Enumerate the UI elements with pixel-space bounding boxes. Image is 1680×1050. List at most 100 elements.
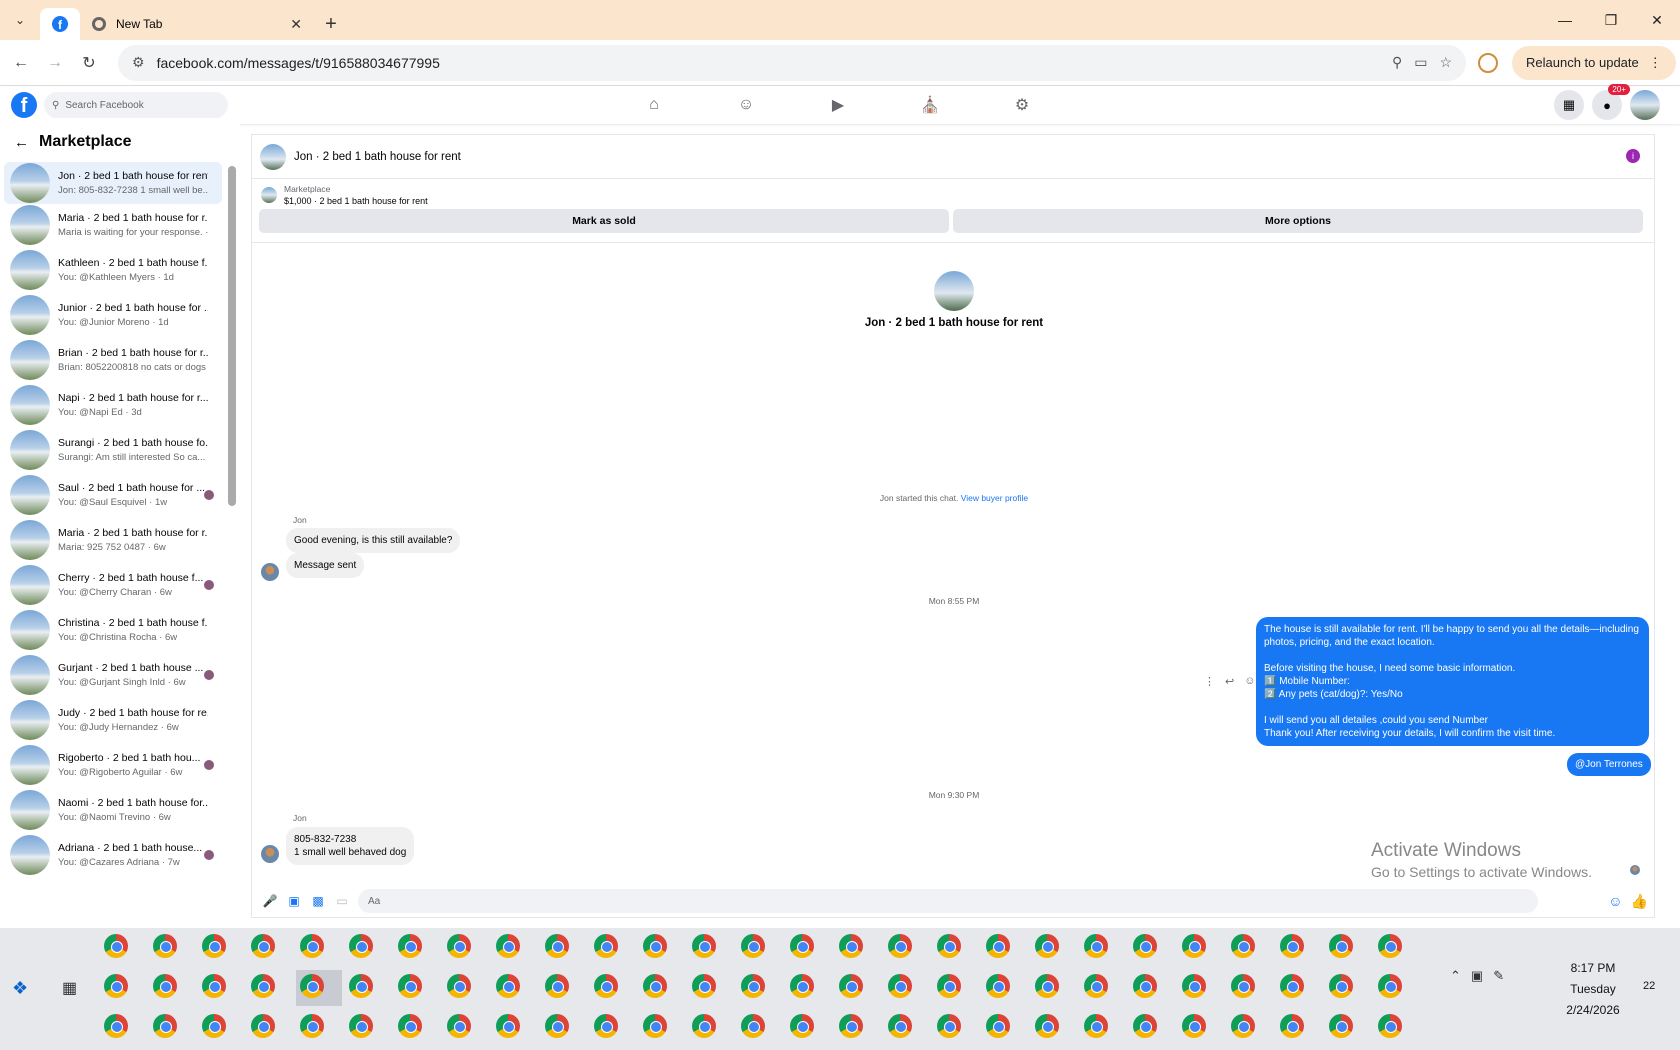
chrome-taskbar-icon[interactable] (986, 974, 1010, 998)
chrome-taskbar-icon[interactable] (104, 1014, 128, 1038)
pen-icon[interactable]: ✎ (1493, 968, 1504, 984)
chrome-taskbar-icon[interactable] (839, 934, 863, 958)
conversation-item[interactable]: Maria · 2 bed 1 bath house for r... Maria… (4, 516, 222, 564)
sender-avatar[interactable] (261, 563, 279, 581)
chrome-taskbar-icon[interactable] (1329, 934, 1353, 958)
chrome-taskbar-icon[interactable] (202, 934, 226, 958)
conversation-item[interactable]: Rigoberto · 2 bed 1 bath hou... You: @Rig… (4, 741, 222, 789)
chrome-taskbar-icon[interactable] (1378, 974, 1402, 998)
chrome-taskbar-icon[interactable] (643, 1014, 667, 1038)
conversation-item[interactable]: Naomi · 2 bed 1 bath house for... You: @N… (4, 786, 222, 834)
notification-center-icon[interactable]: 22 (1643, 980, 1655, 992)
chat-avatar[interactable] (260, 143, 286, 170)
gaming-icon[interactable]: ⚙ (1008, 95, 1036, 115)
conversation-item[interactable]: Adriana · 2 bed 1 bath house... You: @Caz… (4, 831, 222, 879)
chrome-taskbar-icon[interactable] (251, 1014, 275, 1038)
back-icon[interactable]: ← (4, 54, 38, 72)
address-bar[interactable]: ⚙ facebook.com/messages/t/91658803467799… (118, 44, 1466, 81)
sender-avatar[interactable] (261, 845, 279, 863)
chrome-taskbar-icon[interactable] (398, 974, 422, 998)
windows-start-icon[interactable]: ❖ (12, 978, 28, 999)
chrome-taskbar-icon[interactable] (888, 974, 912, 998)
chrome-taskbar-icon[interactable] (790, 974, 814, 998)
conversation-item[interactable]: Maria · 2 bed 1 bath house for r... Maria… (4, 201, 222, 249)
chrome-taskbar-icon[interactable] (692, 974, 716, 998)
task-view-icon[interactable]: ▦ (62, 978, 77, 998)
chrome-taskbar-icon[interactable] (692, 1014, 716, 1038)
conversation-item[interactable]: Surangi · 2 bed 1 bath house fo... Surang… (4, 426, 222, 474)
menu-grid-icon[interactable]: ▦ (1554, 90, 1584, 120)
chrome-taskbar-icon[interactable] (741, 1014, 765, 1038)
chat-title[interactable]: Jon · 2 bed 1 bath house for rent (294, 151, 461, 163)
close-tab-icon[interactable]: ✕ (290, 16, 302, 33)
chevron-up-icon[interactable]: ⌃ (1450, 968, 1461, 984)
chrome-taskbar-icon[interactable] (1280, 934, 1304, 958)
message-bubble-out[interactable]: The house is still available for rent. I… (1256, 617, 1649, 746)
chrome-taskbar-icon[interactable] (1329, 974, 1353, 998)
chrome-taskbar-icon[interactable] (251, 974, 275, 998)
chrome-taskbar-icon[interactable] (839, 1014, 863, 1038)
video-icon[interactable]: ▶ (824, 95, 852, 115)
message-input[interactable]: Aa (358, 889, 1538, 913)
chrome-taskbar-icon[interactable] (300, 934, 324, 958)
conversation-item[interactable]: Kathleen · 2 bed 1 bath house f... You: @… (4, 246, 222, 294)
chrome-taskbar-icon[interactable] (447, 934, 471, 958)
chrome-taskbar-icon[interactable] (1231, 1014, 1255, 1038)
chrome-taskbar-icon[interactable] (1182, 1014, 1206, 1038)
react-emoji-icon[interactable]: ☺ (1244, 675, 1255, 688)
chrome-taskbar-icon[interactable] (986, 934, 1010, 958)
chrome-taskbar-icon[interactable] (839, 974, 863, 998)
conversation-item[interactable]: Judy · 2 bed 1 bath house for re... You: … (4, 696, 222, 744)
chrome-taskbar-icon[interactable] (937, 1014, 961, 1038)
chrome-taskbar-icon[interactable] (594, 934, 618, 958)
chrome-taskbar-icon[interactable] (496, 1014, 520, 1038)
chrome-taskbar-icon[interactable] (1084, 1014, 1108, 1038)
chrome-taskbar-icon[interactable] (251, 934, 275, 958)
chrome-taskbar-icon[interactable] (1378, 934, 1402, 958)
chrome-taskbar-icon[interactable] (349, 1014, 373, 1038)
more-icon[interactable]: ⋮ (1204, 675, 1215, 688)
relaunch-button[interactable]: Relaunch to update ⋮ (1512, 45, 1676, 80)
site-info-icon[interactable]: ⚙ (132, 54, 145, 71)
minimize-icon[interactable]: — (1542, 0, 1588, 40)
chrome-taskbar-icon[interactable] (153, 974, 177, 998)
chrome-taskbar-icon[interactable] (888, 934, 912, 958)
conversation-item[interactable]: Junior · 2 bed 1 bath house for ... You: … (4, 291, 222, 339)
view-buyer-profile-link[interactable]: View buyer profile (961, 493, 1028, 503)
conversation-item[interactable]: Jon · 2 bed 1 bath house for rent Jon: 80… (4, 162, 222, 204)
chrome-taskbar-icon[interactable] (104, 934, 128, 958)
thumbs-up-icon[interactable]: 👍 (1631, 893, 1648, 910)
chrome-taskbar-icon[interactable] (1133, 974, 1157, 998)
chrome-taskbar-icon[interactable] (594, 974, 618, 998)
chrome-taskbar-icon[interactable] (545, 974, 569, 998)
chrome-taskbar-icon[interactable] (937, 934, 961, 958)
listing-price[interactable]: $1,000 · 2 bed 1 bath house for rent (284, 196, 428, 206)
mark-as-sold-button[interactable]: Mark as sold (259, 209, 949, 233)
chrome-taskbar-icon[interactable] (349, 974, 373, 998)
profile-icon[interactable] (1478, 52, 1498, 73)
chrome-taskbar-icon[interactable] (545, 1014, 569, 1038)
install-app-icon[interactable]: ▭ (1414, 54, 1427, 71)
chrome-taskbar-icon[interactable] (202, 974, 226, 998)
microphone-icon[interactable]: 🎤 (262, 894, 278, 908)
zoom-icon[interactable]: ⚲ (1392, 54, 1402, 71)
gif-icon[interactable]: ▭ (334, 894, 350, 908)
bookmark-star-icon[interactable]: ☆ (1439, 54, 1452, 71)
chrome-taskbar-icon[interactable] (1280, 974, 1304, 998)
conversation-item[interactable]: Brian · 2 bed 1 bath house for r... Brian… (4, 336, 222, 384)
chrome-taskbar-icon[interactable] (496, 934, 520, 958)
chrome-taskbar-icon[interactable] (496, 974, 520, 998)
restore-icon[interactable]: ❐ (1588, 0, 1634, 40)
message-bubble-in[interactable]: 805-832-7238 1 small well behaved dog (286, 827, 415, 865)
chrome-taskbar-icon[interactable] (349, 934, 373, 958)
chrome-taskbar-icon[interactable] (447, 974, 471, 998)
chrome-taskbar-icon[interactable] (1231, 934, 1255, 958)
tab-search-chevron-icon[interactable]: ⌄ (0, 0, 40, 40)
chrome-taskbar-icon[interactable] (1378, 1014, 1402, 1038)
tab-facebook[interactable]: f (40, 8, 80, 40)
tab-new-tab[interactable]: New Tab ✕ (82, 8, 312, 40)
photo-icon[interactable]: ▣ (286, 894, 302, 908)
home-icon[interactable]: ⌂ (640, 96, 668, 114)
kebab-menu-icon[interactable]: ⋮ (1649, 55, 1662, 71)
emoji-icon[interactable]: ☺ (1608, 893, 1622, 909)
